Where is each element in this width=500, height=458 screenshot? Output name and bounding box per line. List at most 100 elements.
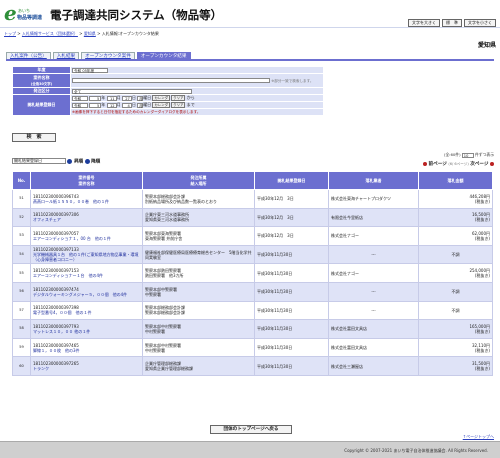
to-day-input[interactable]: 4 [121,102,132,108]
font-size-buttons: 文字を大きく 標 準 文字を小さく [408,19,496,27]
from-era-select[interactable]: 令和 [72,95,88,101]
sort-desc-label: 降順 [91,159,101,165]
from-day-input[interactable]: 27 [121,95,132,101]
copyright: Copyright © 2007-2021 あいち電子自治体推進協議会. All… [344,448,488,453]
case-name-link[interactable]: エアーコンディショナ１，00 台 他の１件 [33,236,111,241]
prefecture-name: 愛知県 [477,42,496,49]
case-name-link[interactable]: 光学機械器具１台 他の１件(ご東知県地方物品事業・環境（心身障害者コロニー） [33,252,139,262]
to-month-input[interactable]: 12 [106,102,117,108]
table-row: 57 181102300000397398 電子型番号4，００個 他の１件 警察本部総… [12,300,493,321]
breadcrumb-top[interactable]: トップ [4,31,16,36]
case-name-link[interactable]: トランク [33,366,49,371]
col-amount: 落札金額 [418,171,493,190]
total-count: (全:60件) [443,152,461,157]
tax-note: (税抜き) [474,328,490,334]
winner: 株式会社ナゴー [328,263,419,283]
next-page-link[interactable]: 次ページ [470,162,488,167]
row-no: 56 [12,281,31,302]
row-no: 54 [12,244,31,265]
result-date: 平成30年11月30日 [254,300,329,321]
winner: --- [328,281,419,302]
place: 東海警察署 井前庁舎 [145,235,183,241]
from-clear-button[interactable]: クリア [171,95,186,101]
result-date: 平成30年12月 3日 [254,189,329,209]
case-name-link[interactable]: オフィスチェア [33,217,61,222]
col-winner: 落札業者 [328,171,419,190]
search-form: 年度 令和 05年度 案件名称 (全角30文字) ※部分一致で検索します。 発注区… [12,66,324,116]
result-date: 平成30年11月30日 [254,281,329,302]
result-date: 平成30年11月30日 [254,356,329,376]
radio-desc-icon[interactable] [84,158,90,164]
prev-page-link[interactable]: 前ページ [429,162,447,167]
winner: 株式会社富田文具店 [328,319,419,339]
sort-asc-label: 昇順 [73,159,84,165]
table-row: 56 181102300000397474 デジタルウォーキングメジャー５，００個 … [12,281,493,302]
table-row: 59 181102300000397465 脚線１，００枚 他の3件 警察本部中村警察… [12,337,493,358]
page-title: 電子調達共同システム（物品等） [50,8,223,22]
page-size: (全:60件) 10 件ずつ表示 [444,152,494,158]
tax-note: (税抜き) [474,366,490,372]
row-no: 53 [12,226,31,246]
breadcrumb: トップ > 入札情報サービス（団体選択） > 愛知県 > 入札情報:オープンカウ… [4,31,159,36]
dept: 健康福祉部保健医療局医療療育総合センター 5階当化学共同実験室 [145,249,252,260]
place: 中村警察署 [145,328,165,334]
per-page-select[interactable]: 10 [461,152,474,158]
table-header: No. 案件番号 案件名称 発注所属 納入場所 開札結果登録日 落札業者 落札金… [12,171,493,190]
sort-select[interactable]: 開札結果登録日 [12,158,66,164]
method-label: 発注区分 [12,87,71,95]
results-table: No. 案件番号 案件名称 発注所属 納入場所 開札結果登録日 落札業者 落札金… [12,171,493,376]
table-row: 52 181102300000397306 オフィスチェア 企業庁東三河水道事務所 愛知… [12,207,493,228]
from-month-input[interactable]: 11 [106,95,117,101]
tax-note: (税抜き) [474,217,490,223]
place: 愛知県東三河水道事務所 [145,217,189,223]
font-large-button[interactable]: 文字を大きく [408,19,440,27]
amount: 不調 [451,307,460,313]
col-no: No. [12,171,31,190]
from-year-input[interactable]: 5 [89,95,102,101]
to-suffix: まで [186,102,195,107]
pager: 前ページ (6/ 6ページ) 次ページ [423,161,494,167]
case-name-link[interactable]: デジタルウォーキングメジャー５，００個 他の4件 [33,292,127,297]
logo: e あいち 物品等調達 [4,1,42,25]
case-name-link[interactable]: 電子型番号4，００個 他の１件 [33,310,92,315]
winner: 株式会社富田文具店 [328,337,419,358]
page-indicator: (6/ 6ページ) [448,162,469,166]
case-name-link[interactable]: 脚線１，００枚 他の3件 [33,348,80,353]
to-year-input[interactable]: 5 [89,102,102,108]
result-date: 平成30年11月30日 [254,263,329,283]
radio-asc-icon[interactable] [67,158,73,164]
footer: Copyright © 2007-2021 あいち電子自治体推進協議会. All… [0,441,500,458]
next-page-icon[interactable] [490,161,494,166]
per-page-suffix: 件ずつ表示 [475,152,494,157]
year-select[interactable]: 令和 05年度 [72,67,108,73]
breadcrumb-org-select[interactable]: 入札情報サービス（団体選択） [22,31,78,36]
prev-page-icon[interactable] [423,161,428,166]
table-row: 53 181102300000397057 エアーコンディショナ１，00 台 他の１… [12,226,493,246]
case-name-link[interactable]: 燕燕ロール紙１５５０，００巻 他の１件 [33,199,109,204]
row-no: 60 [12,356,31,376]
row-no: 52 [12,207,31,228]
row-no: 51 [12,189,31,209]
to-clear-button[interactable]: クリア [171,102,186,108]
date-label: 開札結果登録日 [12,94,71,116]
tax-note: (税抜き) [474,273,490,279]
back-to-top-button[interactable]: 団体のトップページへ戻る [210,425,292,434]
row-no: 55 [12,263,31,283]
font-small-button[interactable]: 文字を小さく [464,19,496,27]
tab-underline [6,59,494,61]
table-row: 58 181102300000397793 マットレス１０，００ 他の１件 警察本部中… [12,319,493,339]
case-name-input[interactable] [72,78,270,83]
breadcrumb-pref[interactable]: 愛知県 [84,31,96,36]
page-top-link[interactable]: ↑ページトップへ [463,434,494,440]
table-row: 55 181102300000397153 エアーコンディショナー１台 他の4件 警察… [12,263,493,283]
winner: --- [328,244,419,265]
search-button[interactable]: 検 索 [12,133,56,142]
from-calendar-button[interactable]: カレンダ [152,95,170,101]
to-era-select[interactable]: 令和 [72,102,88,108]
case-name-link[interactable]: マットレス１０，００ 他の１件 [33,329,90,334]
tax-note: (税抜き) [474,198,490,204]
font-normal-button[interactable]: 標 準 [442,19,462,27]
case-name-link[interactable]: エアーコンディショナー１台 他の4件 [33,273,103,278]
method-select[interactable]: 全て [72,88,192,94]
to-calendar-button[interactable]: カレンダ [152,102,170,108]
